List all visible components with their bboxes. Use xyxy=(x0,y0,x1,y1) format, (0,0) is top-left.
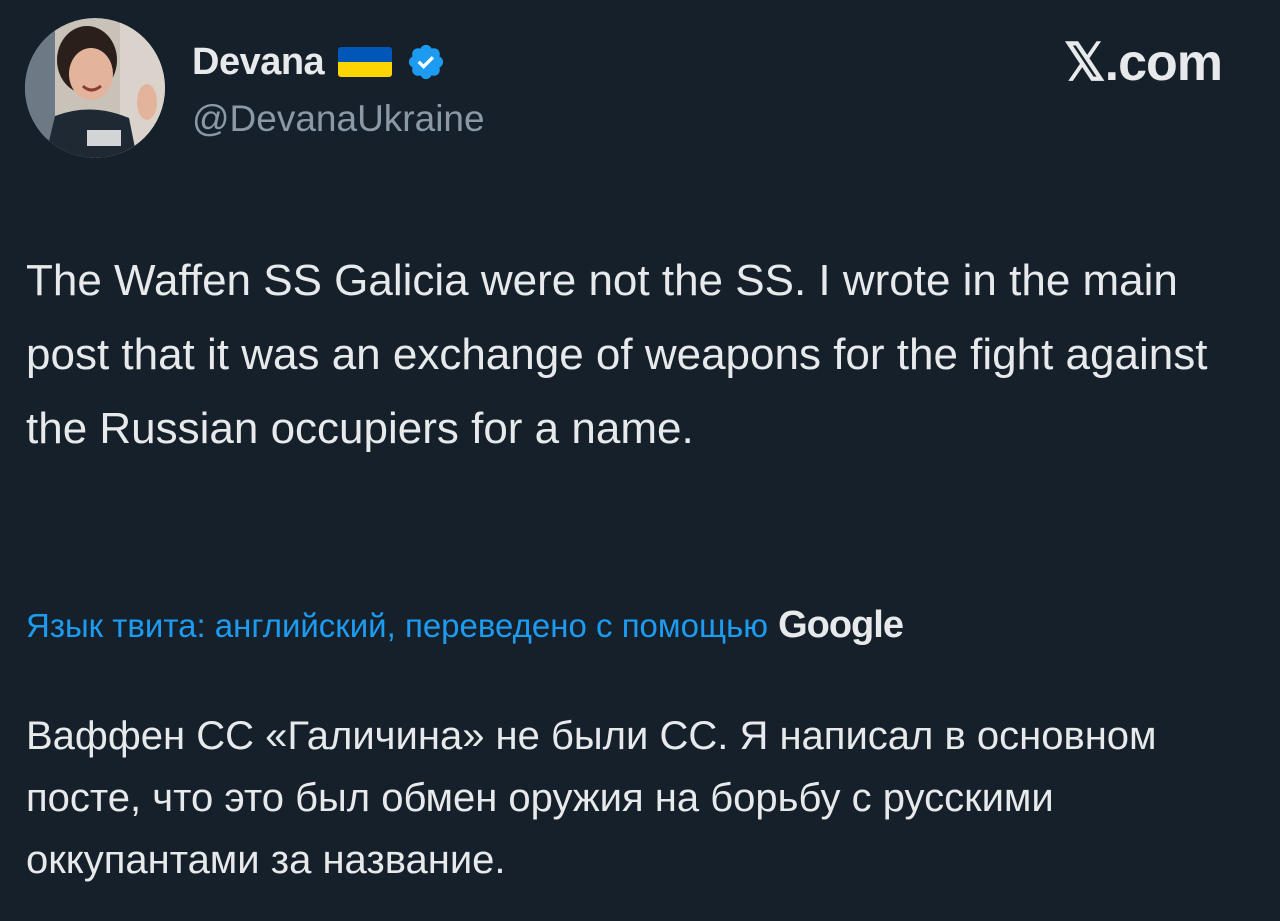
author-name-row: Devana xyxy=(192,36,446,88)
translation-attribution: Язык твита: английский, переведено с пом… xyxy=(26,604,904,647)
google-logo: Google xyxy=(778,604,904,646)
translation-label-link[interactable]: Язык твита: английский, переведено с пом… xyxy=(26,607,768,645)
author-handle[interactable]: @DevanaUkraine xyxy=(192,98,485,140)
author-avatar[interactable] xyxy=(25,18,165,158)
translated-tweet-text: Ваффен СС «Галичина» не были СС. Я напис… xyxy=(26,714,1157,882)
tweet-text: The Waffen SS Galicia were not the SS. I… xyxy=(26,256,1208,453)
ukraine-flag-icon xyxy=(338,47,393,77)
avatar-photo xyxy=(25,18,165,158)
author-display-name[interactable]: Devana xyxy=(192,41,325,84)
verified-badge-icon xyxy=(409,44,444,80)
x-com-watermark: 𝕏.com xyxy=(1063,34,1223,92)
